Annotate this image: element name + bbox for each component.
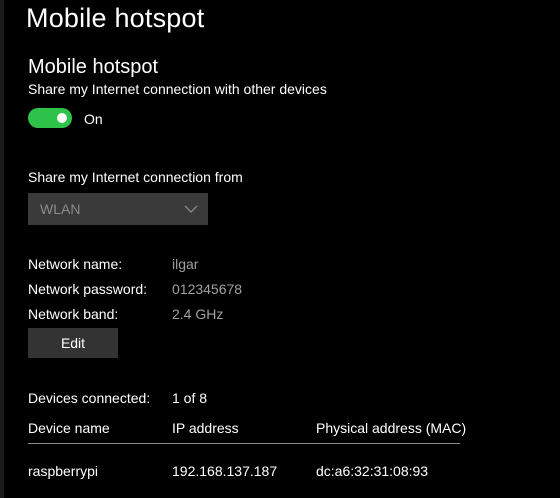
share-description: Share my Internet connection with other … [28, 81, 327, 97]
chevron-down-icon [184, 205, 198, 213]
column-header-ip-address: IP address [172, 420, 239, 436]
network-name-label: Network name: [28, 256, 123, 272]
window-left-edge [0, 0, 4, 498]
toggle-state-label: On [84, 111, 103, 127]
page-title: Mobile hotspot [26, 3, 205, 33]
share-from-dropdown[interactable]: WLAN [28, 193, 208, 225]
devices-connected-count: 1 of 8 [172, 390, 208, 406]
device-name-cell: raspberrypi [28, 463, 99, 479]
device-mac-cell: dc:a6:32:31:08:93 [316, 463, 429, 479]
toggle-knob [57, 113, 67, 123]
hotspot-toggle[interactable] [28, 108, 72, 128]
network-password-value: 012345678 [172, 281, 243, 297]
table-header-divider [28, 443, 460, 444]
devices-connected-label: Devices connected: [28, 390, 151, 406]
network-password-label: Network password: [28, 281, 148, 297]
network-band-label: Network band: [28, 306, 119, 322]
section-title: Mobile hotspot [28, 56, 159, 78]
share-from-label: Share my Internet connection from [28, 169, 243, 185]
column-header-device-name: Device name [28, 420, 110, 436]
network-band-value: 2.4 GHz [172, 306, 224, 322]
share-from-selected: WLAN [40, 201, 81, 217]
network-name-value: ilgar [172, 256, 199, 272]
column-header-mac-address: Physical address (MAC) [316, 420, 467, 436]
device-ip-cell: 192.168.137.187 [172, 463, 278, 479]
edit-button[interactable]: Edit [28, 328, 118, 358]
